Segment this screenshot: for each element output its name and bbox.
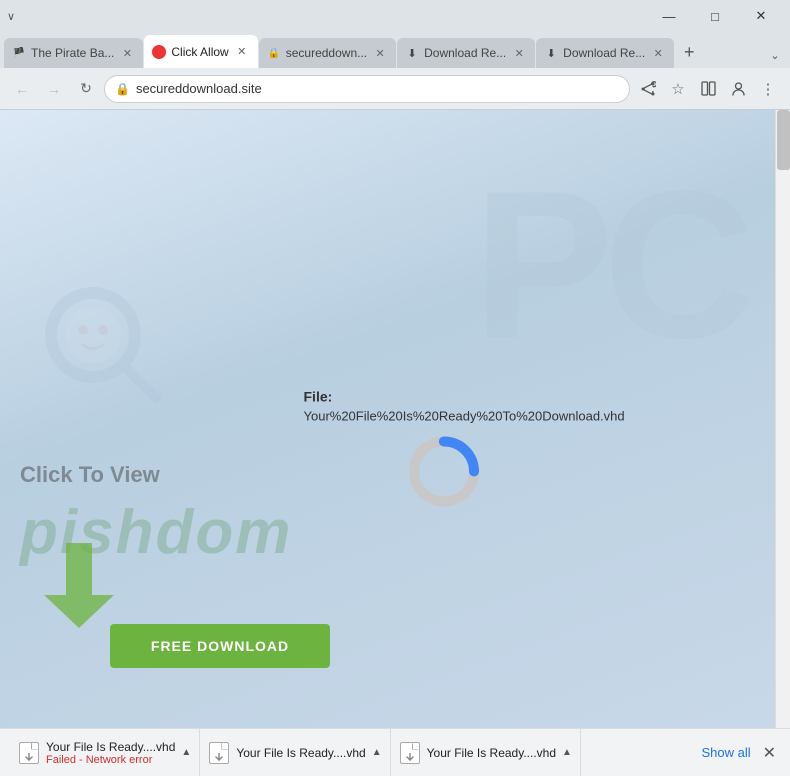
dl-info-1: Your File Is Ready....vhd Failed - Netwo… xyxy=(46,740,175,766)
donut-spinner xyxy=(404,431,484,511)
tab-3[interactable]: 🔒 secureddown... ✕ xyxy=(259,38,396,68)
dl-icon-2 xyxy=(208,742,230,764)
tab-3-favicon: 🔒 xyxy=(267,46,281,60)
dl-filename-3: Your File Is Ready....vhd xyxy=(427,746,556,760)
dl-filename-1: Your File Is Ready....vhd xyxy=(46,740,175,754)
minimize-button[interactable]: — xyxy=(646,0,692,32)
refresh-button[interactable]: ↻ xyxy=(72,75,100,103)
file-info-area: File: Your%20File%20Is%20Ready%20To%20Do… xyxy=(304,388,584,511)
title-bar-controls: — □ ✕ xyxy=(646,0,784,32)
lock-icon: 🔒 xyxy=(115,82,130,96)
tab-5-favicon: ⬇ xyxy=(544,46,558,60)
back-button[interactable]: ← xyxy=(8,75,36,103)
file-label: File: xyxy=(304,388,333,404)
downloads-bar: Your File Is Ready....vhd Failed - Netwo… xyxy=(0,728,790,776)
tab-5[interactable]: ⬇ Download Re... ✕ xyxy=(536,38,674,68)
tab-3-label: secureddown... xyxy=(286,46,367,60)
watermark-magnifier xyxy=(38,280,168,410)
tab-1-label: The Pirate Ba... xyxy=(31,46,114,60)
forward-button[interactable]: → xyxy=(40,75,68,103)
tab-3-close[interactable]: ✕ xyxy=(372,45,388,61)
file-name: Your%20File%20Is%20Ready%20To%20Download… xyxy=(304,408,584,423)
scrollbar-thumb[interactable] xyxy=(777,110,790,170)
tab-2-close[interactable]: ✕ xyxy=(234,44,250,60)
tab-1-favicon: 🏴 xyxy=(12,46,26,60)
tab-4[interactable]: ⬇ Download Re... ✕ xyxy=(397,38,535,68)
dl-info-2: Your File Is Ready....vhd xyxy=(236,746,365,760)
tab-1[interactable]: 🏴 The Pirate Ba... ✕ xyxy=(4,38,143,68)
address-input[interactable]: 🔒 secureddownload.site xyxy=(104,75,630,103)
tab-bar-chevron[interactable]: ⌄ xyxy=(764,44,786,66)
tab-bar-right: ⌄ xyxy=(764,44,786,66)
bookmark-button[interactable]: ☆ xyxy=(664,75,692,103)
dl-chevron-3[interactable]: ▲ xyxy=(562,747,572,758)
new-tab-button[interactable]: + xyxy=(675,38,703,66)
tab-4-close[interactable]: ✕ xyxy=(511,45,527,61)
tab-4-label: Download Re... xyxy=(424,46,506,60)
address-bar: ← → ↻ 🔒 secureddownload.site ☆ ⋮ xyxy=(0,68,790,110)
download-item-3: Your File Is Ready....vhd ▲ xyxy=(391,729,581,776)
restore-button[interactable]: □ xyxy=(692,0,738,32)
show-all-button[interactable]: Show all xyxy=(693,745,758,760)
dl-info-3: Your File Is Ready....vhd xyxy=(427,746,556,760)
scrollbar[interactable] xyxy=(775,110,790,728)
tab-2[interactable]: Click Allow ✕ xyxy=(144,35,257,68)
download-item-2: Your File Is Ready....vhd ▲ xyxy=(200,729,390,776)
tab-2-favicon xyxy=(152,45,166,59)
tab-1-close[interactable]: ✕ xyxy=(119,45,135,61)
share-button[interactable] xyxy=(634,75,662,103)
dl-filename-2: Your File Is Ready....vhd xyxy=(236,746,365,760)
browser-area: PC pishdom Click To View File: Your%20Fi… xyxy=(0,110,790,728)
dl-chevron-1[interactable]: ▲ xyxy=(181,747,191,758)
tab-collapse-button[interactable]: ∨ xyxy=(0,5,22,27)
tab-4-favicon: ⬇ xyxy=(405,46,419,60)
profile-button[interactable] xyxy=(724,75,752,103)
dl-chevron-2[interactable]: ▲ xyxy=(372,747,382,758)
dl-file-icon-3 xyxy=(400,742,420,764)
tab-2-label: Click Allow xyxy=(171,45,228,59)
browser-viewport: PC pishdom Click To View File: Your%20Fi… xyxy=(0,110,775,728)
tab-5-label: Download Re... xyxy=(563,46,645,60)
free-download-button[interactable]: FREE DOWNLOAD xyxy=(110,624,330,668)
tab-5-close[interactable]: ✕ xyxy=(650,45,666,61)
title-bar: ∨ — □ ✕ xyxy=(0,0,790,32)
address-bar-actions: ☆ ⋮ xyxy=(634,75,782,103)
title-bar-left: ∨ xyxy=(0,5,646,27)
watermark-pc: PC xyxy=(473,160,745,370)
menu-button[interactable]: ⋮ xyxy=(754,75,782,103)
dl-file-icon-1 xyxy=(19,742,39,764)
dl-icon-1 xyxy=(18,742,40,764)
click-to-view-text: Click To View xyxy=(20,462,160,488)
dl-icon-3 xyxy=(399,742,421,764)
download-item-1: Your File Is Ready....vhd Failed - Netwo… xyxy=(10,729,200,776)
split-screen-button[interactable] xyxy=(694,75,722,103)
tab-bar: 🏴 The Pirate Ba... ✕ Click Allow ✕ 🔒 sec… xyxy=(0,32,790,68)
green-arrow xyxy=(44,543,114,633)
address-text: secureddownload.site xyxy=(136,81,619,96)
dl-file-icon-2 xyxy=(209,742,229,764)
close-button[interactable]: ✕ xyxy=(738,0,784,32)
